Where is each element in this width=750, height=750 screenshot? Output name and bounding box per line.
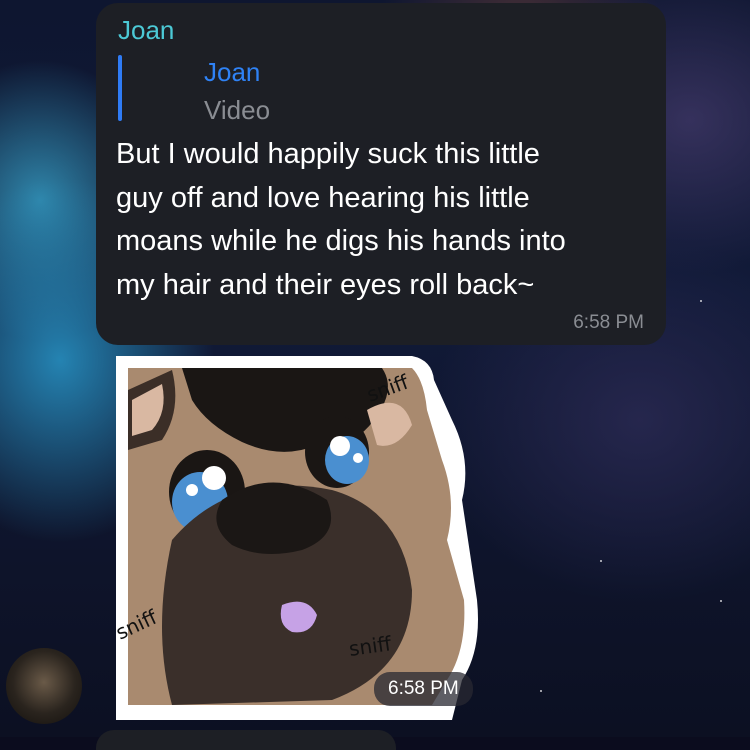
reply-preview[interactable]: Joan Video xyxy=(118,55,418,125)
reply-sender-name: Joan xyxy=(204,57,261,87)
message-timestamp: 6:58 PM xyxy=(573,312,644,333)
message-bubble[interactable]: Joan Joan Video But I would happily suck… xyxy=(96,3,666,345)
sticker-message[interactable]: sniff sniff sniff xyxy=(112,350,482,720)
reply-accent-bar xyxy=(118,55,122,121)
message-line: guy off and love hearing his little xyxy=(116,181,530,214)
reply-media-type: Video xyxy=(204,95,271,125)
message-line: my hair and their eyes roll back~ xyxy=(116,268,535,301)
wallpaper-star xyxy=(600,560,602,562)
message-text: But I would happily suck this little guy… xyxy=(116,133,656,307)
next-message-bubble xyxy=(96,730,396,750)
wallpaper-star xyxy=(720,600,722,602)
wallpaper-star xyxy=(540,690,542,692)
message-line: But I would happily suck this little xyxy=(116,138,540,170)
message-line: moans while he digs his hands into xyxy=(116,225,566,257)
sticker-timestamp: 6:58 PM xyxy=(374,672,473,706)
sender-name[interactable]: Joan xyxy=(118,15,174,46)
sticker-image: sniff sniff sniff xyxy=(112,356,478,720)
user-avatar[interactable] xyxy=(6,648,82,724)
wallpaper-star xyxy=(700,300,702,302)
